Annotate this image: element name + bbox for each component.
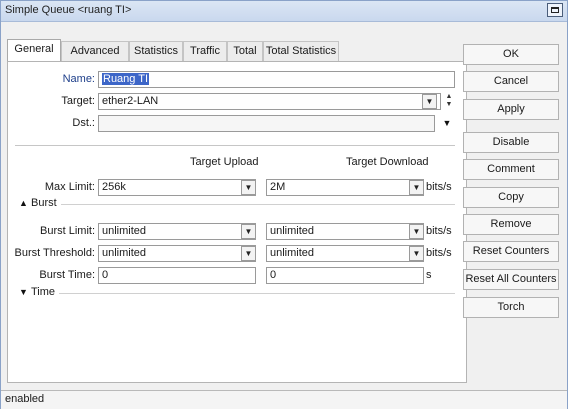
title-bar[interactable]: Simple Queue <ruang TI> [1, 1, 567, 22]
tab-advanced[interactable]: Advanced [61, 41, 129, 61]
burst-limit-upload-dropdown-icon[interactable]: ▼ [241, 224, 256, 239]
max-limit-upload-field[interactable]: 256k [98, 179, 256, 196]
cancel-button[interactable]: Cancel [463, 71, 559, 92]
disable-button[interactable]: Disable [463, 132, 559, 153]
burst-threshold-download-dropdown-icon[interactable]: ▼ [409, 246, 424, 261]
tab-statistics[interactable]: Statistics [129, 41, 183, 61]
separator [15, 145, 455, 146]
simple-queue-window: Simple Queue <ruang TI> General Advanced… [0, 0, 568, 409]
burst-limit-label: Burst Limit: [39, 225, 95, 237]
target-dropdown-icon[interactable]: ▼ [422, 94, 437, 109]
target-field[interactable]: ether2-LAN [98, 93, 441, 110]
name-value: Ruang TI [102, 73, 150, 85]
dst-dropdown-icon[interactable]: ▼ [441, 117, 453, 129]
burst-limit-download-dropdown-icon[interactable]: ▼ [409, 224, 424, 239]
torch-button[interactable]: Torch [463, 297, 559, 318]
target-updown-icon[interactable]: ▲ ▼ [444, 93, 454, 109]
maximize-icon[interactable] [547, 3, 563, 17]
burst-time-unit: s [426, 269, 432, 281]
burst-section-label: Burst [31, 197, 57, 209]
dst-label: Dst.: [72, 117, 95, 129]
status-bar: enabled [1, 390, 567, 409]
tab-traffic[interactable]: Traffic [183, 41, 227, 61]
burst-time-upload-field[interactable]: 0 [98, 267, 256, 284]
tab-total[interactable]: Total [227, 41, 263, 61]
max-limit-download-dropdown-icon[interactable]: ▼ [409, 180, 424, 195]
time-section-label: Time [31, 286, 56, 298]
burst-threshold-unit: bits/s [426, 247, 452, 259]
max-limit-unit: bits/s [426, 181, 452, 193]
copy-button[interactable]: Copy [463, 187, 559, 208]
tab-general[interactable]: General [7, 39, 61, 61]
burst-threshold-label: Burst Threshold: [14, 247, 95, 259]
burst-time-download-field[interactable]: 0 [266, 267, 424, 284]
time-section-line [59, 293, 455, 294]
burst-threshold-upload-field[interactable]: unlimited [98, 245, 256, 262]
ok-button[interactable]: OK [463, 44, 559, 65]
target-download-header: Target Download [346, 156, 429, 168]
name-label: Name: [62, 73, 95, 85]
max-limit-download-field[interactable]: 2M [266, 179, 424, 196]
apply-button[interactable]: Apply [463, 99, 559, 120]
dst-field[interactable] [98, 115, 435, 132]
comment-button[interactable]: Comment [463, 159, 559, 180]
reset-all-counters-button[interactable]: Reset All Counters [463, 269, 559, 290]
burst-threshold-download-field[interactable]: unlimited [266, 245, 424, 262]
burst-threshold-upload-dropdown-icon[interactable]: ▼ [241, 246, 256, 261]
target-upload-header: Target Upload [190, 156, 259, 168]
burst-collapse-icon[interactable]: ▲ [19, 198, 28, 208]
name-field[interactable]: Ruang TI [98, 71, 455, 88]
status-text: enabled [5, 393, 45, 405]
reset-counters-button[interactable]: Reset Counters [463, 241, 559, 262]
burst-limit-download-field[interactable]: unlimited [266, 223, 424, 240]
max-limit-upload-dropdown-icon[interactable]: ▼ [241, 180, 256, 195]
time-expand-icon[interactable]: ▼ [19, 287, 28, 297]
remove-button[interactable]: Remove [463, 214, 559, 235]
tab-total-statistics[interactable]: Total Statistics [263, 41, 339, 61]
max-limit-label: Max Limit: [44, 181, 95, 193]
window-title: Simple Queue <ruang TI> [5, 4, 132, 16]
burst-section-line [61, 204, 455, 205]
burst-limit-upload-field[interactable]: unlimited [98, 223, 256, 240]
burst-time-label: Burst Time: [39, 269, 95, 281]
target-label: Target: [61, 95, 95, 107]
burst-limit-unit: bits/s [426, 225, 452, 237]
